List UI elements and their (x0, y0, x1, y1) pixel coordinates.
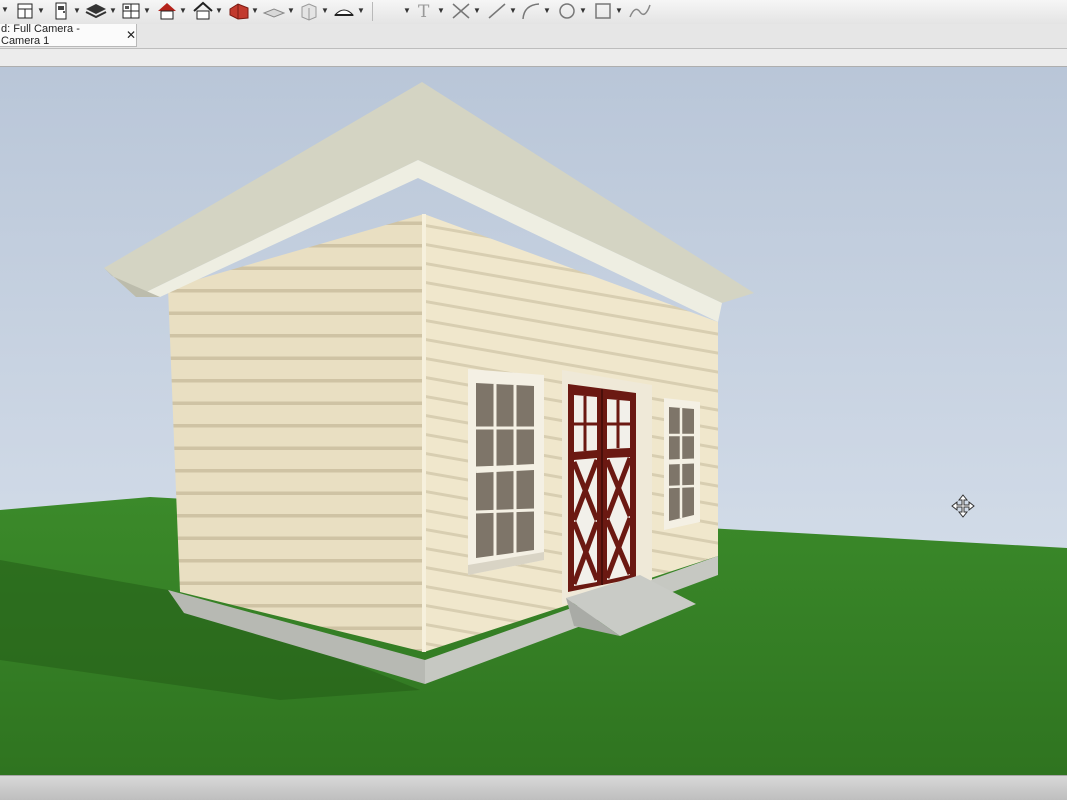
building-3d-tool-button[interactable]: ▼ (228, 1, 259, 21)
dropdown-arrow-icon[interactable]: ▼ (179, 7, 187, 15)
arc-tool-icon (522, 3, 540, 20)
building-3d-icon (229, 3, 249, 20)
dropdown-arrow-icon[interactable]: ▼ (579, 7, 587, 15)
dropdown-arrow-icon[interactable]: ▼ (509, 7, 517, 15)
left-wall-siding (168, 214, 424, 652)
dropdown-arrow-icon[interactable]: ▼ (543, 7, 551, 15)
text-tool-button[interactable]: T ▼ (414, 1, 445, 21)
dropdown-arrow-icon[interactable]: ▼ (321, 7, 329, 15)
dropdown-arrow-icon[interactable]: ▼ (357, 7, 365, 15)
box-3d-icon (301, 3, 317, 21)
dropdown-arrow-icon[interactable]: ▼ (403, 7, 411, 15)
dropdown-arrow-icon[interactable]: ▼ (1, 6, 9, 14)
dimension-x-icon (452, 3, 470, 19)
dropdown-arrow-icon[interactable]: ▼ (215, 7, 223, 15)
cabinet-icon (17, 3, 33, 19)
dropdown-arrow-icon[interactable]: ▼ (73, 7, 81, 15)
roof-house-icon (158, 3, 176, 20)
door-icon (55, 2, 67, 20)
dropdown-arrow-icon[interactable]: ▼ (109, 7, 117, 15)
screen: ▼ ▼ ▼ ▼ ▼ ▼ ▼ ▼ ▼ ▼ ▼ ▼ T ▼ ▼ ▼ ▼ ▼ ▼ d:… (0, 0, 1067, 800)
dropdown-arrow-icon[interactable]: ▼ (287, 7, 295, 15)
line-tool-icon (488, 3, 506, 19)
tab-full-camera[interactable]: d: Full Camera - Camera 1 ✕ (0, 23, 137, 47)
toolbar-separator (372, 2, 373, 21)
dimension-tool-button[interactable]: ▼ (450, 1, 481, 21)
cabinet-tool-button[interactable]: ▼ (14, 1, 45, 21)
blank-tool-icon (384, 1, 402, 21)
wall-pattern-icon (262, 8, 286, 18)
text-tool-icon: T (418, 2, 430, 21)
circle-tool-icon (559, 3, 575, 19)
box-3d-tool-button[interactable]: ▼ (298, 1, 329, 21)
arc-tool-button[interactable]: ▼ (520, 1, 551, 21)
monitor-bottom-edge (0, 775, 1067, 800)
rectangle-tool-button[interactable]: ▼ (592, 1, 623, 21)
move-cursor-icon (951, 494, 975, 518)
slab-icon (333, 9, 355, 16)
layers-stack-icon (85, 4, 107, 19)
camera-viewport[interactable] (0, 67, 1067, 775)
dropdown-arrow-icon[interactable]: ▼ (437, 7, 445, 15)
window-tool-button[interactable]: ▼ (120, 1, 151, 21)
left-window (468, 369, 544, 575)
tool-button[interactable]: ▼ (384, 1, 411, 21)
dropdown-arrow-icon[interactable]: ▼ (615, 7, 623, 15)
tab-label: d: Full Camera - Camera 1 (1, 23, 80, 47)
dropdown-arrow-icon[interactable]: ▼ (143, 7, 151, 15)
dropdown-arrow-icon[interactable]: ▼ (37, 7, 45, 15)
toolbar: ▼ ▼ ▼ ▼ ▼ ▼ ▼ ▼ ▼ ▼ ▼ ▼ T ▼ ▼ ▼ ▼ ▼ ▼ (0, 0, 1067, 25)
wall-pattern-tool-button[interactable]: ▼ (262, 1, 295, 21)
house-tool-button[interactable]: ▼ (192, 1, 223, 21)
spline-tool-icon (629, 4, 651, 18)
spline-tool-button[interactable] (628, 1, 652, 21)
rendered-scene (0, 67, 1067, 775)
view-header-strip (0, 49, 1067, 67)
layers-tool-button[interactable]: ▼ (84, 1, 117, 21)
slab-tool-button[interactable]: ▼ (332, 1, 365, 21)
door-tool-button[interactable]: ▼ (50, 1, 81, 21)
rectangle-tool-icon (595, 3, 611, 19)
dropdown-arrow-icon[interactable]: ▼ (251, 7, 259, 15)
dropdown-arrow-icon[interactable]: ▼ (473, 7, 481, 15)
close-icon[interactable]: ✕ (126, 28, 136, 42)
window-icon (122, 3, 140, 19)
line-tool-button[interactable]: ▼ (486, 1, 517, 21)
view-tab-bar: d: Full Camera - Camera 1 ✕ (0, 23, 1067, 49)
right-window (664, 398, 700, 530)
svg-text:T: T (418, 2, 430, 21)
house-outline-icon (193, 1, 213, 20)
roof-tool-button[interactable]: ▼ (156, 1, 187, 21)
double-doors (562, 370, 652, 605)
circle-tool-button[interactable]: ▼ (556, 1, 587, 21)
